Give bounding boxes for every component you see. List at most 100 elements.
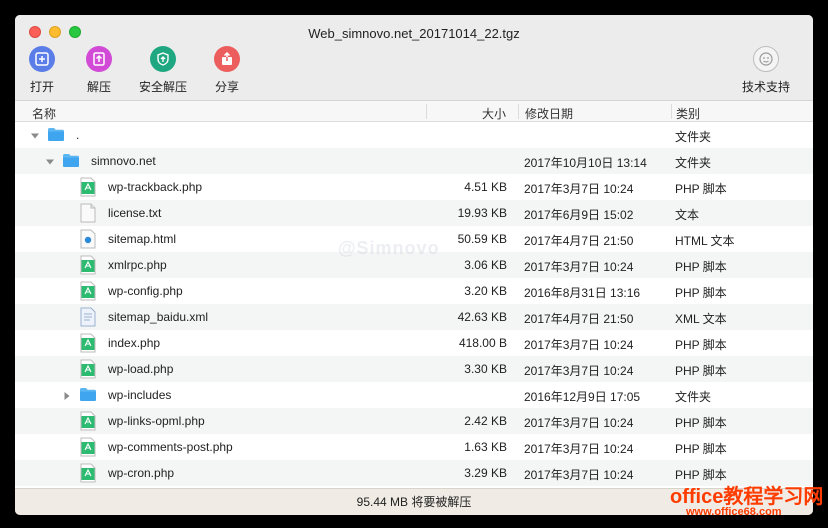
share-icon	[214, 46, 240, 72]
table-row[interactable]: wp-includes 2016年12月9日 17:05 文件夹	[15, 382, 813, 408]
column-divider	[426, 104, 427, 119]
file-size: 3.29 KB	[464, 466, 507, 480]
php-file-icon	[80, 463, 96, 483]
table-row[interactable]: wp-config.php 3.20 KB 2016年8月31日 13:16 PHP …	[15, 278, 813, 304]
file-kind: 文本	[675, 208, 700, 222]
file-name: wp-includes	[108, 388, 172, 402]
open-button[interactable]: 打开	[29, 46, 55, 95]
column-divider	[671, 104, 672, 119]
open-icon	[29, 46, 55, 72]
file-date: 2016年8月31日 13:16	[524, 286, 641, 300]
html-file-icon	[80, 229, 96, 249]
open-label: 打开	[29, 80, 54, 94]
file-size: 2.42 KB	[464, 414, 507, 428]
file-kind: PHP 脚本	[675, 286, 727, 300]
file-name: index.php	[108, 336, 161, 350]
safe-extract-label: 安全解压	[139, 80, 188, 94]
file-kind: XML 文本	[675, 312, 727, 326]
table-row[interactable]: . 文件夹	[15, 122, 813, 148]
folder-icon	[47, 127, 65, 142]
file-name: .	[76, 128, 80, 142]
file-kind: PHP 脚本	[675, 442, 727, 456]
column-divider	[518, 104, 519, 119]
site-watermark-url: www.office68.com	[686, 506, 782, 518]
file-list: . 文件夹 simnovo.net 2017年10月10日 13:14 文件夹 wp-tr…	[15, 122, 813, 488]
php-file-icon	[80, 411, 96, 431]
table-row[interactable]: sitemap_baidu.xml 42.63 KB 2017年4月7日 21:50…	[15, 304, 813, 330]
file-date: 2017年4月7日 21:50	[524, 312, 634, 326]
php-file-icon	[80, 359, 96, 379]
disclosure-collapsed-icon[interactable]	[62, 390, 72, 400]
php-file-icon	[80, 437, 96, 457]
file-name: sitemap.html	[108, 232, 177, 246]
file-name: license.txt	[108, 206, 162, 220]
safe-extract-button[interactable]: 安全解压	[139, 46, 187, 95]
folder-icon	[79, 387, 97, 402]
watermark-text: @Simnovo	[338, 238, 440, 258]
column-size[interactable]: 大小	[482, 105, 506, 122]
table-row[interactable]: wp-load.php 3.30 KB 2017年3月7日 10:24 PHP 脚本	[15, 356, 813, 382]
file-name: wp-trackback.php	[108, 180, 203, 194]
file-date: 2017年3月7日 10:24	[524, 182, 634, 196]
php-file-icon	[80, 177, 96, 197]
status-text: 95.44 MB 将要被解压	[356, 495, 472, 509]
column-kind[interactable]: 类别	[676, 105, 700, 122]
file-kind: PHP 脚本	[675, 338, 727, 352]
text-file-icon	[80, 203, 96, 223]
file-size: 418.00 B	[458, 336, 507, 350]
file-date: 2017年10月10日 13:14	[524, 156, 647, 170]
column-date[interactable]: 修改日期	[525, 105, 573, 122]
support-label: 技术支持	[742, 80, 791, 94]
file-date: 2017年6月9日 15:02	[524, 208, 634, 222]
table-row[interactable]: license.txt 19.93 KB 2017年6月9日 15:02 文本	[15, 200, 813, 226]
share-label: 分享	[214, 80, 239, 94]
file-kind: 文件夹	[675, 390, 712, 404]
table-row[interactable]: simnovo.net 2017年10月10日 13:14 文件夹	[15, 148, 813, 174]
disclosure-expanded-icon[interactable]	[30, 130, 40, 140]
window-title: Web_simnovo.net_20171014_22.tgz	[308, 26, 520, 41]
file-name: xmlrpc.php	[108, 258, 167, 272]
file-date: 2017年3月7日 10:24	[524, 442, 634, 456]
table-row[interactable]: wp-trackback.php 4.51 KB 2017年3月7日 10:24 PH…	[15, 174, 813, 200]
php-file-icon	[80, 255, 96, 275]
shield-icon	[150, 46, 176, 72]
xml-file-icon	[80, 307, 96, 327]
file-name: simnovo.net	[91, 154, 156, 168]
file-name: wp-cron.php	[108, 466, 175, 480]
file-kind: 文件夹	[675, 130, 712, 144]
file-size: 3.20 KB	[464, 284, 507, 298]
file-date: 2017年3月7日 10:24	[524, 468, 634, 482]
file-kind: PHP 脚本	[675, 364, 727, 378]
file-date: 2016年12月9日 17:05	[524, 390, 641, 404]
file-kind: HTML 文本	[675, 234, 735, 248]
archive-window: Web_simnovo.net_20171014_22.tgz 打开 解压 安全…	[15, 15, 813, 515]
file-kind: PHP 脚本	[675, 416, 727, 430]
site-watermark: office教程学习网	[670, 486, 824, 508]
file-name: sitemap_baidu.xml	[108, 310, 209, 324]
disclosure-expanded-icon[interactable]	[45, 156, 55, 166]
file-date: 2017年3月7日 10:24	[524, 338, 634, 352]
file-size: 3.06 KB	[464, 258, 507, 272]
table-row[interactable]: wp-comments-post.php 1.63 KB 2017年3月7日 10:…	[15, 434, 813, 460]
file-kind: PHP 脚本	[675, 260, 727, 274]
support-button[interactable]: 技术支持	[742, 46, 790, 95]
toolbar: Web_simnovo.net_20171014_22.tgz 打开 解压 安全…	[15, 15, 813, 101]
table-row[interactable]: index.php 418.00 B 2017年3月7日 10:24 PHP 脚本	[15, 330, 813, 356]
file-name: wp-config.php	[108, 284, 183, 298]
file-name: wp-links-opml.php	[108, 414, 205, 428]
column-name[interactable]: 名称	[32, 105, 56, 122]
file-size: 19.93 KB	[457, 206, 507, 220]
file-kind: 文件夹	[675, 156, 712, 170]
folder-icon	[62, 153, 80, 168]
php-file-icon	[80, 281, 96, 301]
table-row[interactable]: wp-links-opml.php 2.42 KB 2017年3月7日 10:24 P…	[15, 408, 813, 434]
file-date: 2017年3月7日 10:24	[524, 416, 634, 430]
file-date: 2017年3月7日 10:24	[524, 260, 634, 274]
share-button[interactable]: 分享	[214, 46, 240, 95]
support-icon	[753, 46, 779, 72]
file-size: 1.63 KB	[464, 440, 507, 454]
php-file-icon	[80, 333, 96, 353]
file-date: 2017年3月7日 10:24	[524, 364, 634, 378]
extract-button[interactable]: 解压	[86, 46, 112, 95]
extract-icon	[86, 46, 112, 72]
